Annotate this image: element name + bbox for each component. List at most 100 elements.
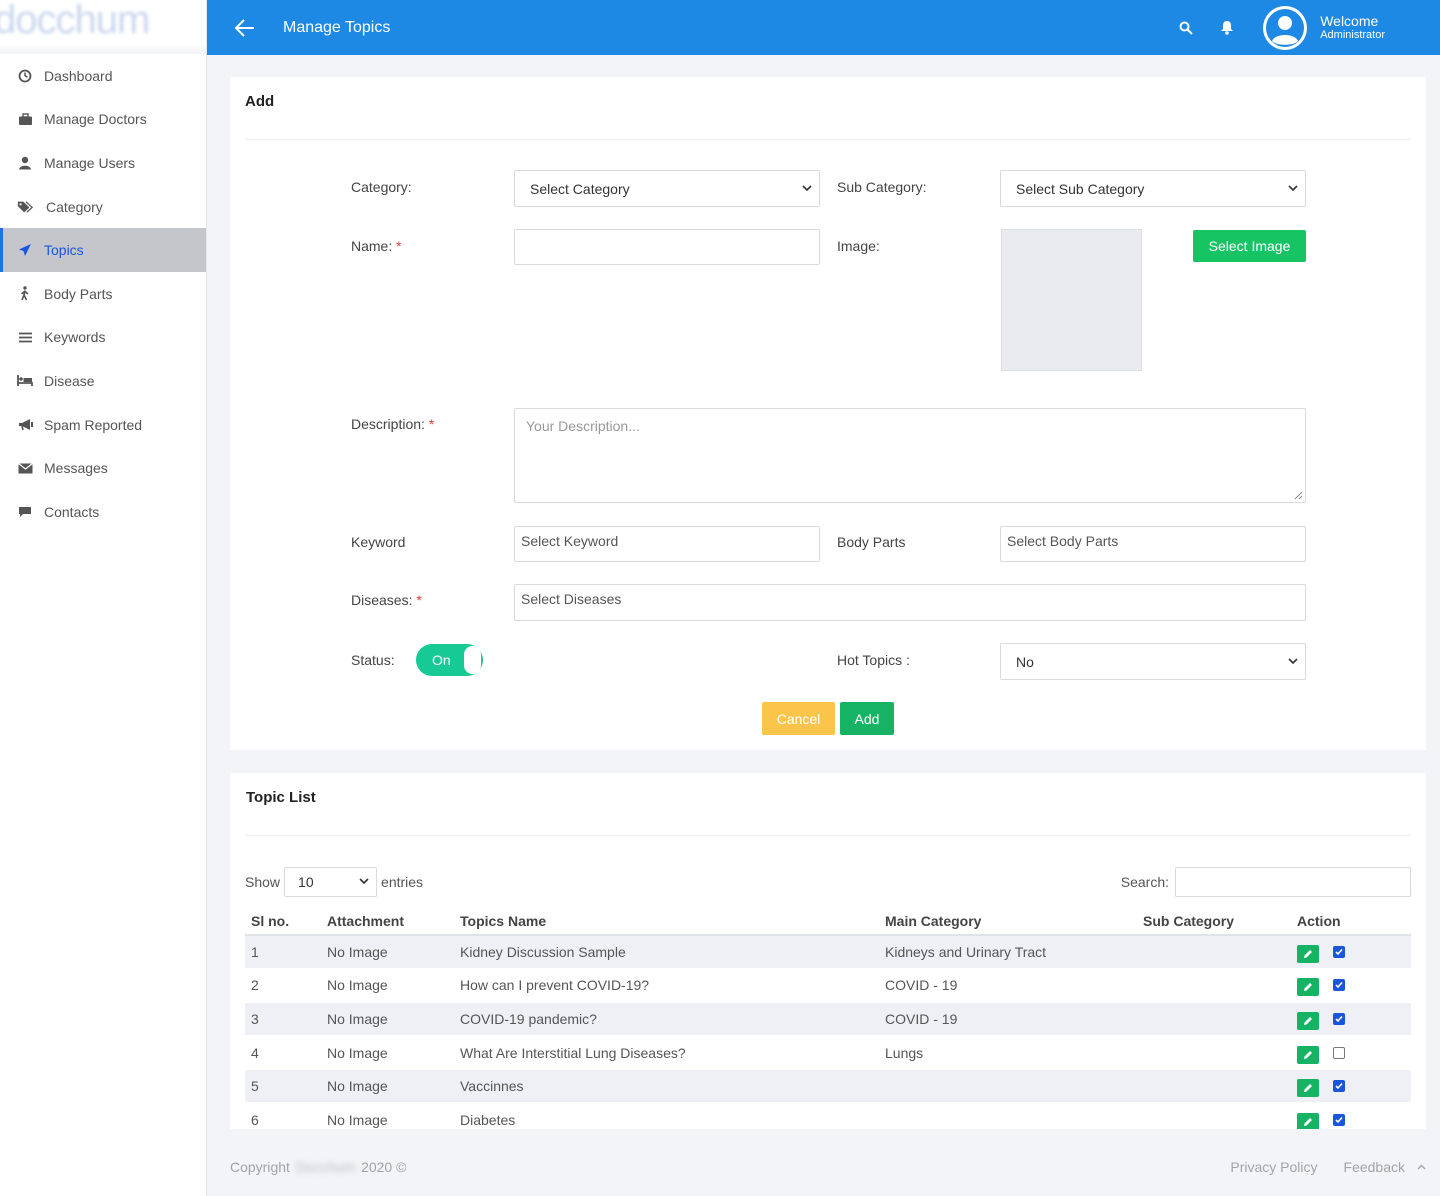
footer: Copyright Docchum 2020 © Privacy Policy … xyxy=(230,1155,1426,1179)
description-textarea[interactable]: Your Description... xyxy=(514,408,1306,503)
select-image-button[interactable]: Select Image xyxy=(1193,230,1306,262)
edit-pencil-icon[interactable] xyxy=(1297,978,1319,997)
back-arrow-icon[interactable] xyxy=(233,16,257,40)
column-header[interactable]: Sl no. xyxy=(245,908,321,936)
app-logo[interactable]: docchum xyxy=(0,0,206,44)
card-divider xyxy=(245,139,1411,140)
subcategory-label: Sub Category: xyxy=(837,179,927,195)
table-cell-action xyxy=(1291,1102,1411,1129)
image-label: Image: xyxy=(837,238,880,254)
table-cell-main: Kidneys and Urinary Tract xyxy=(879,935,1137,970)
edit-pencil-icon[interactable] xyxy=(1297,1045,1319,1064)
column-header[interactable]: Attachment xyxy=(321,908,454,936)
add-topic-card: Add Category: Select Category Sub Catego… xyxy=(230,77,1426,750)
column-header[interactable]: Action xyxy=(1291,908,1411,936)
status-toggle[interactable]: On xyxy=(416,644,483,676)
edit-pencil-icon[interactable] xyxy=(1297,1011,1319,1030)
sidebar-item-topics[interactable]: Topics xyxy=(0,228,206,272)
name-label: Name: * xyxy=(351,238,402,254)
sidebar-item-disease[interactable]: Disease xyxy=(0,359,206,403)
resize-handle-icon[interactable] xyxy=(1294,491,1303,500)
walking-icon xyxy=(17,286,33,302)
copyright-suffix: 2020 © xyxy=(361,1159,407,1175)
show-label: Show xyxy=(245,874,281,890)
edit-pencil-icon[interactable] xyxy=(1297,1112,1319,1129)
list-icon xyxy=(17,329,33,345)
diseases-select[interactable]: Select Diseases xyxy=(514,584,1306,621)
sidebar-item-keywords[interactable]: Keywords xyxy=(0,316,206,360)
bodyparts-label: Body Parts xyxy=(837,534,906,550)
privacy-policy-link[interactable]: Privacy Policy xyxy=(1230,1159,1317,1175)
status-checkbox[interactable] xyxy=(1333,979,1345,992)
diseases-placeholder: Select Diseases xyxy=(521,591,622,607)
cancel-button[interactable]: Cancel xyxy=(762,702,835,735)
chevron-down-icon xyxy=(359,878,369,885)
table-cell-sl: 2 xyxy=(245,968,321,1003)
status-checkbox[interactable] xyxy=(1333,1080,1345,1093)
entries-select[interactable]: 10 xyxy=(284,867,378,897)
topics-table: Sl no. Attachment Topics Name Main Category… xyxy=(245,908,1411,1129)
hot-topics-label: Hot Topics : xyxy=(837,652,910,668)
sidebar-item-label: Contacts xyxy=(44,503,100,520)
table-cell-main: Lungs xyxy=(879,1035,1137,1070)
table-cell-name: Vaccinnes xyxy=(454,1069,879,1104)
search-icon[interactable] xyxy=(1176,18,1196,38)
hot-topics-value: No xyxy=(1016,653,1034,670)
add-button[interactable]: Add xyxy=(840,702,894,735)
column-header[interactable]: Sub Category xyxy=(1137,908,1291,936)
sidebar-item-category[interactable]: Category xyxy=(0,185,206,229)
status-checkbox[interactable] xyxy=(1333,1113,1345,1126)
status-checkbox[interactable] xyxy=(1333,1012,1345,1025)
bodyparts-select[interactable]: Select Body Parts xyxy=(1000,526,1306,562)
required-mark: * xyxy=(416,592,422,608)
subcategory-select[interactable]: Select Sub Category xyxy=(1000,170,1306,207)
table-row: 1 No Image Kidney Discussion Sample Kidneys… xyxy=(245,935,1411,970)
table-row: 6 No Image Diabetes xyxy=(245,1102,1411,1129)
sidebar: docchum Dashboard Manage Doctors Manage Us… xyxy=(0,0,207,1196)
status-checkbox[interactable] xyxy=(1333,1046,1345,1059)
sidebar-item-label: Messages xyxy=(44,460,108,477)
sidebar-item-body-parts[interactable]: Body Parts xyxy=(0,272,206,316)
bell-icon[interactable] xyxy=(1217,18,1237,38)
send-icon xyxy=(17,242,33,258)
hot-topics-select[interactable]: No xyxy=(1000,643,1306,680)
keyword-label: Keyword xyxy=(351,534,406,550)
sidebar-item-label: Spam Reported xyxy=(44,416,143,433)
table-cell-attachment: No Image xyxy=(321,1102,454,1129)
table-cell-name: How can I prevent COVID-19? xyxy=(454,968,879,1003)
edit-pencil-icon[interactable] xyxy=(1297,1079,1319,1098)
avatar[interactable] xyxy=(1263,5,1308,50)
column-header[interactable]: Topics Name xyxy=(454,908,879,936)
table-cell-name: Diabetes xyxy=(454,1102,879,1129)
table-search-input[interactable] xyxy=(1175,867,1411,897)
sidebar-item-manage-users[interactable]: Manage Users xyxy=(0,141,206,185)
copyright-brand: Docchum xyxy=(295,1159,356,1175)
sidebar-item-label: Disease xyxy=(44,372,95,389)
user-role: Administrator xyxy=(1320,29,1385,42)
feedback-link[interactable]: Feedback xyxy=(1344,1159,1405,1175)
sidebar-item-manage-doctors[interactable]: Manage Doctors xyxy=(0,98,206,142)
required-mark: * xyxy=(396,238,402,254)
sidebar-item-spam-reported[interactable]: Spam Reported xyxy=(0,403,206,447)
table-row: 5 No Image Vaccinnes xyxy=(245,1069,1411,1104)
top-header: Manage Topics Welcome Administrator xyxy=(207,0,1440,55)
status-checkbox[interactable] xyxy=(1333,946,1345,959)
category-select[interactable]: Select Category xyxy=(514,170,820,207)
column-header[interactable]: Main Category xyxy=(879,908,1137,936)
description-label-text: Description: xyxy=(351,416,425,432)
edit-pencil-icon[interactable] xyxy=(1297,945,1319,964)
sidebar-item-dashboard[interactable]: Dashboard xyxy=(0,54,206,98)
user-info[interactable]: Welcome Administrator xyxy=(1320,13,1385,43)
dashboard-icon xyxy=(17,68,33,84)
logo-divider xyxy=(0,44,206,54)
table-row: 4 No Image What Are Interstitial Lung Dise… xyxy=(245,1035,1411,1070)
name-input[interactable] xyxy=(514,229,820,265)
chevron-up-icon[interactable] xyxy=(1417,1164,1426,1170)
table-cell-sl: 3 xyxy=(245,1002,321,1037)
table-row: 3 No Image COVID-19 pandemic? COVID - 19 xyxy=(245,1002,1411,1037)
sidebar-item-contacts[interactable]: Contacts xyxy=(0,490,206,534)
sidebar-item-messages[interactable]: Messages xyxy=(0,446,206,490)
keyword-select[interactable]: Select Keyword xyxy=(514,526,820,562)
sidebar-item-label: Body Parts xyxy=(44,285,113,302)
sidebar-item-label: Manage Doctors xyxy=(44,111,147,128)
